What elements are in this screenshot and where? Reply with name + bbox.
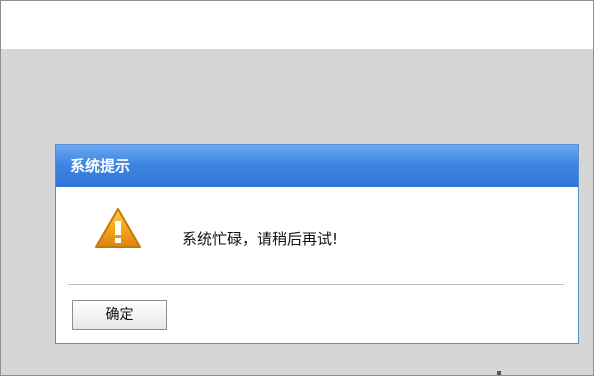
dialog-titlebar[interactable]: 系统提示 <box>56 145 578 187</box>
warning-icon <box>94 207 142 249</box>
ok-button[interactable]: 确定 <box>72 300 167 330</box>
top-blank-area <box>1 1 593 49</box>
dialog-message: 系统忙碌，请稍后再试! <box>182 230 339 248</box>
system-alert-dialog: 系统提示 系统忙碌，请稍后再试! 确定 <box>55 144 579 344</box>
cursor-mark <box>497 371 501 375</box>
dialog-title: 系统提示 <box>70 157 131 175</box>
page-frame: 系统提示 系统忙碌，请稍后再试! 确定 <box>0 0 594 376</box>
dialog-divider <box>68 284 564 285</box>
